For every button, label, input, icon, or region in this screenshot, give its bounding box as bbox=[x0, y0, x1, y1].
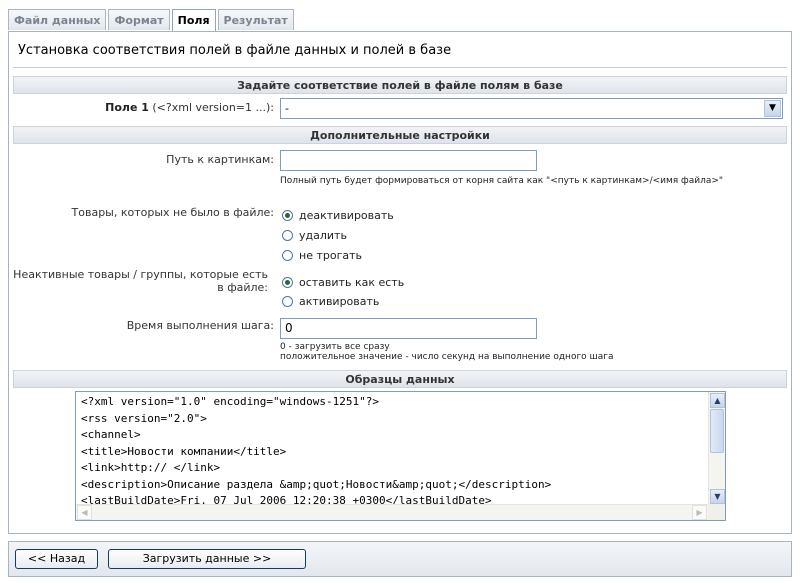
radio-delete[interactable]: удалить bbox=[282, 228, 347, 242]
radio-circle[interactable] bbox=[282, 249, 293, 261]
sample-data-textarea[interactable]: <?xml version="1.0" encoding="windows-12… bbox=[75, 391, 726, 521]
sample-line: <rss version="2.0"> bbox=[81, 411, 207, 425]
section-header-mapping: Задайте соответствие полей в файле полям… bbox=[13, 76, 787, 94]
missing-goods-label: Товары, которых не было в файле: bbox=[71, 206, 274, 219]
load-data-button[interactable]: Загрузить данные >> bbox=[108, 549, 306, 569]
sample-line: <channel> bbox=[81, 428, 141, 441]
scroll-up-icon[interactable]: ▲ bbox=[710, 393, 725, 408]
pictures-path-hint: Полный путь будет формироваться от корня… bbox=[280, 176, 724, 186]
radio-circle[interactable] bbox=[282, 276, 293, 288]
scroll-down-icon[interactable]: ▼ bbox=[710, 489, 725, 504]
scroll-right-icon[interactable]: ▶ bbox=[692, 505, 707, 520]
radio-label: не трогать bbox=[299, 248, 362, 262]
button-bar: << Назад Загрузить данные >> bbox=[8, 541, 792, 577]
sample-data-text: <?xml version="1.0" encoding="windows-12… bbox=[81, 394, 551, 510]
radio-deactivate[interactable]: деактивировать bbox=[282, 208, 394, 222]
step-time-label: Время выполнения шага: bbox=[126, 319, 274, 332]
tab-bar: Файл данных Формат Поля Результат bbox=[8, 9, 296, 32]
radio-label: удалить bbox=[299, 228, 347, 242]
radio-activate[interactable]: активировать bbox=[282, 294, 379, 308]
section-header-samples: Образцы данных bbox=[13, 370, 787, 388]
step-time-hint-2: положительное значение - число секунд на… bbox=[280, 352, 614, 362]
main-panel: Установка соответствия полей в файле дан… bbox=[8, 31, 792, 534]
radio-circle[interactable] bbox=[282, 209, 293, 221]
radio-leave[interactable]: не трогать bbox=[282, 248, 362, 262]
sample-line: <?xml version="1.0" encoding="windows-12… bbox=[81, 395, 380, 408]
radio-label: активировать bbox=[299, 294, 380, 308]
pictures-path-label: Путь к картинкам: bbox=[166, 153, 274, 166]
radio-circle[interactable] bbox=[282, 295, 293, 307]
vertical-scrollbar[interactable]: ▲ ▼ bbox=[708, 392, 725, 505]
tab-fields[interactable]: Поля bbox=[171, 9, 216, 32]
scroll-thumb[interactable] bbox=[710, 409, 724, 453]
field1-label: Поле 1 (<?xml version=1 ...): bbox=[13, 101, 274, 114]
tab-result[interactable]: Результат bbox=[217, 9, 294, 30]
page-title: Установка соответствия полей в файле дан… bbox=[18, 43, 452, 58]
radio-label: оставить как есть bbox=[299, 275, 405, 289]
radio-keep-as-is[interactable]: оставить как есть bbox=[282, 275, 404, 289]
step-time-input[interactable]: 0 bbox=[280, 318, 537, 339]
pictures-path-input[interactable] bbox=[280, 150, 537, 171]
field1-select[interactable]: - ▼ bbox=[280, 98, 783, 119]
section-header-extra: Дополнительные настройки bbox=[13, 126, 787, 144]
horizontal-scrollbar[interactable]: ◀ ▶ bbox=[76, 504, 708, 520]
sample-line: <title>Новости компании</title> bbox=[81, 444, 287, 458]
field1-label-rest: (<?xml version=1 ...): bbox=[148, 101, 274, 114]
title-divider bbox=[13, 67, 787, 68]
scrollbar-corner bbox=[708, 504, 725, 520]
chevron-down-icon[interactable]: ▼ bbox=[764, 100, 781, 117]
field1-select-value: - bbox=[285, 102, 289, 115]
sample-line: <description>Описание раздела &amp;quot;… bbox=[81, 477, 552, 491]
radio-label: деактивировать bbox=[299, 208, 394, 222]
sample-line: <link>http:// </link> bbox=[81, 461, 221, 474]
tab-format[interactable]: Формат bbox=[108, 9, 170, 30]
field1-label-bold: Поле 1 bbox=[105, 101, 149, 114]
scroll-left-icon[interactable]: ◀ bbox=[77, 505, 92, 520]
radio-circle[interactable] bbox=[282, 229, 293, 241]
back-button[interactable]: << Назад bbox=[15, 549, 98, 569]
tab-data-file[interactable]: Файл данных bbox=[8, 9, 107, 30]
inactive-goods-label: Неактивные товары / группы, которые есть… bbox=[13, 268, 268, 294]
